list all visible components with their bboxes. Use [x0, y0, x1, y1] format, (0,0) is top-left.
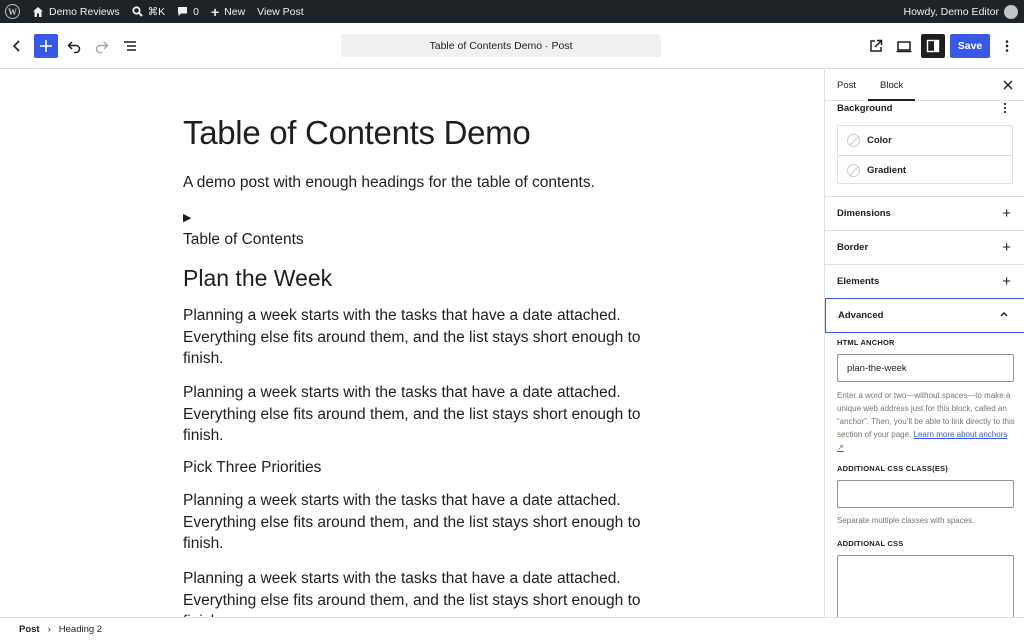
background-options-button[interactable] [1000, 101, 1010, 118]
wordpress-logo-icon: W [5, 4, 20, 19]
view-post-button[interactable] [864, 34, 888, 58]
background-panel-title: Background [837, 103, 893, 114]
paragraph-block[interactable]: Planning a week starts with the tasks th… [183, 305, 653, 370]
breadcrumb-heading[interactable]: Heading 2 [59, 624, 102, 635]
site-name-link[interactable]: Demo Reviews [26, 0, 126, 23]
chevron-left-icon [12, 40, 20, 52]
command-palette-button[interactable]: ⌘K [126, 0, 172, 23]
document-title-bar[interactable]: Table of Contents Demo · Post [341, 34, 661, 57]
color-option[interactable]: Color [838, 126, 1012, 155]
toc-summary[interactable]: Table of Contents [183, 231, 304, 249]
save-button[interactable]: Save [950, 34, 990, 58]
editor-header: Table of Contents Demo · Post Save [0, 23, 1024, 69]
css-classes-input[interactable] [837, 480, 1014, 508]
redo-button[interactable] [90, 34, 114, 58]
gradient-option[interactable]: Gradient [838, 155, 1012, 184]
avatar [1004, 4, 1018, 19]
external-link-icon [870, 39, 883, 52]
plus-icon [40, 40, 52, 52]
list-view-icon [124, 41, 136, 51]
redo-icon [95, 41, 109, 54]
breadcrumb: Post › Heading 2 [0, 617, 1024, 640]
breadcrumb-post[interactable]: Post [19, 624, 40, 635]
sidebar-icon [926, 39, 940, 53]
document-title: Table of Contents Demo · Post [429, 39, 573, 52]
tab-block[interactable]: Block [868, 70, 916, 101]
greeting: Howdy, Demo Editor [903, 5, 999, 18]
more-vertical-icon [1003, 102, 1007, 114]
plus-icon: + [210, 3, 220, 20]
search-icon [132, 6, 143, 17]
block-inserter-button[interactable] [34, 34, 58, 58]
admin-bar: W Demo Reviews ⌘K 0 + New View Post Howd… [0, 0, 1024, 23]
border-panel[interactable]: Border + [825, 230, 1024, 264]
new-label: New [224, 5, 246, 18]
document-overview-button[interactable] [118, 34, 142, 58]
paragraph-block[interactable]: Planning a week starts with the tasks th… [183, 490, 653, 555]
css-classes-help: Separate multiple classes with spaces. [837, 516, 975, 525]
paragraph-block[interactable]: Planning a week starts with the tasks th… [183, 568, 653, 617]
breadcrumb-separator: › [47, 623, 51, 635]
heading-plan-the-week[interactable]: Plan the Week [183, 265, 332, 292]
plus-icon: + [1002, 239, 1011, 256]
plus-icon: + [1002, 205, 1011, 222]
site-name: Demo Reviews [49, 5, 120, 18]
comments-link[interactable]: 0 [171, 0, 205, 23]
account-menu[interactable]: Howdy, Demo Editor [897, 0, 1024, 23]
preview-device-button[interactable] [892, 34, 916, 58]
view-post-link[interactable]: View Post [251, 0, 310, 23]
paragraph-block[interactable]: Planning a week starts with the tasks th… [183, 382, 653, 447]
more-vertical-icon [1005, 40, 1009, 52]
post-title[interactable]: Table of Contents Demo [183, 114, 531, 152]
wordpress-menu[interactable]: W [0, 0, 26, 23]
comments-count: 0 [193, 5, 199, 18]
chevron-up-icon [998, 308, 1010, 323]
comment-icon [178, 7, 188, 16]
additional-css-textarea[interactable] [837, 555, 1014, 617]
tab-post[interactable]: Post [825, 70, 868, 101]
home-icon [33, 6, 43, 17]
undo-button[interactable] [62, 34, 86, 58]
sidebar-tabs: Post Block [825, 70, 1024, 101]
html-anchor-help: Enter a word or two—without spaces—to ma… [837, 391, 1015, 452]
html-anchor-input[interactable]: plan-the-week [837, 354, 1014, 382]
empty-swatch-icon [847, 134, 860, 147]
toc-toggle-icon[interactable]: ▶ [183, 211, 191, 224]
plus-icon: + [1002, 273, 1011, 290]
css-classes-label: ADDITIONAL CSS CLASS(ES) [837, 464, 948, 473]
new-content-link[interactable]: + New [205, 0, 251, 23]
back-button[interactable] [5, 34, 29, 58]
empty-swatch-icon [847, 163, 860, 177]
editor-canvas[interactable]: Table of Contents Demo A demo post with … [0, 70, 824, 617]
editor-window: W Demo Reviews ⌘K 0 + New View Post Howd… [0, 0, 1024, 640]
search-shortcut: ⌘K [147, 5, 166, 18]
options-menu-button[interactable] [995, 34, 1019, 58]
additional-css-label: ADDITIONAL CSS [837, 539, 904, 548]
excerpt-block[interactable]: A demo post with enough headings for the… [183, 174, 595, 192]
dimensions-panel[interactable]: Dimensions + [825, 196, 1024, 230]
close-sidebar-button[interactable] [1001, 78, 1015, 92]
background-options: Color Gradient [837, 125, 1013, 184]
elements-panel[interactable]: Elements + [825, 264, 1024, 298]
advanced-panel-toggle[interactable]: Advanced [825, 298, 1024, 333]
settings-sidebar: Post Block Background Color Gradient Dim… [824, 70, 1024, 617]
close-icon [1003, 80, 1013, 90]
undo-icon [67, 41, 81, 54]
settings-toggle-button[interactable] [921, 34, 945, 58]
desktop-icon [896, 41, 912, 53]
html-anchor-label: HTML ANCHOR [837, 338, 895, 347]
heading-pick-three-priorities[interactable]: Pick Three Priorities [183, 459, 321, 477]
